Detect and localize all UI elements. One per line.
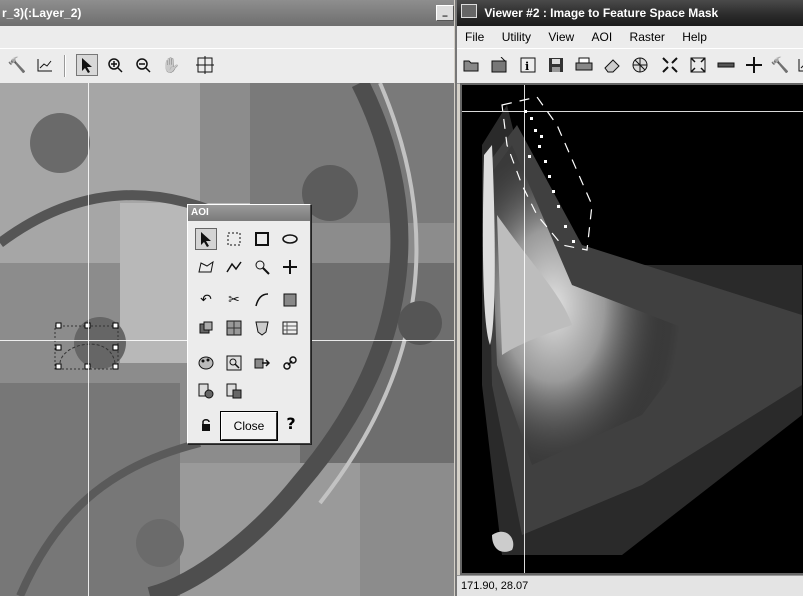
pointer-icon[interactable] [76, 54, 98, 76]
polyline-icon[interactable] [223, 256, 245, 278]
crosshair-vertical [524, 85, 525, 573]
polygon-icon[interactable] [195, 256, 217, 278]
svg-text:i: i [525, 60, 529, 73]
viewer-1-titlebar[interactable]: r_3)(:Layer_2) _ [0, 0, 454, 26]
seed-properties-icon[interactable] [223, 317, 245, 339]
aoi-styles-icon[interactable] [251, 317, 273, 339]
viewer-1-title: r_3)(:Layer_2) [2, 6, 82, 20]
grid-icon[interactable] [279, 317, 301, 339]
rectangle-icon[interactable] [251, 228, 273, 250]
cut-icon[interactable]: ✂ [223, 289, 245, 311]
union-icon[interactable] [195, 317, 217, 339]
layer-remove-icon[interactable] [223, 380, 245, 402]
help-button[interactable]: ? [283, 414, 299, 434]
minimize-button[interactable]: _ [436, 5, 454, 21]
inquire-crosshair-icon[interactable] [194, 54, 216, 76]
feature-space-scatter [482, 96, 802, 555]
viewer-2-window: Viewer #2 : Image to Feature Space Mask … [455, 0, 803, 596]
chart-icon[interactable] [34, 54, 56, 76]
menu-view[interactable]: View [548, 30, 574, 44]
menu-help[interactable]: Help [682, 30, 707, 44]
open-layer-icon[interactable] [489, 54, 511, 76]
point-icon[interactable] [279, 256, 301, 278]
replace-icon[interactable] [279, 289, 301, 311]
aoi-palette-title[interactable]: AOI [188, 205, 310, 221]
crosshair-horizontal [462, 111, 803, 112]
menu-file[interactable]: File [465, 30, 484, 44]
marquee-select-icon[interactable] [223, 228, 245, 250]
export-icon[interactable] [251, 352, 273, 374]
network-icon[interactable] [629, 54, 651, 76]
region-grow-icon[interactable] [251, 256, 273, 278]
viewer-1-menubar [0, 26, 454, 48]
info-icon[interactable]: i [517, 54, 539, 76]
cursor-coordinates: 171.90, 28.07 [461, 580, 529, 592]
pointer-icon[interactable] [195, 228, 217, 250]
viewer-2-titlebar[interactable]: Viewer #2 : Image to Feature Space Mask [457, 0, 803, 26]
menu-raster[interactable]: Raster [630, 30, 665, 44]
zoom-extent-icon[interactable] [687, 54, 709, 76]
hammer-icon[interactable]: 🔨 [769, 54, 791, 76]
viewer-icon [461, 4, 477, 18]
eraser-icon[interactable] [601, 54, 623, 76]
open-icon[interactable] [461, 54, 483, 76]
chart-icon[interactable] [795, 54, 803, 76]
ruler-icon[interactable] [715, 54, 737, 76]
toolbar-separator [64, 55, 66, 77]
viewer-1-toolbar: 🔨 ✋ [0, 48, 454, 84]
hammer-icon[interactable]: 🔨 [6, 54, 28, 76]
ellipse-icon[interactable] [279, 228, 301, 250]
viewer-2-title: Viewer #2 : Image to Feature Space Mask [484, 6, 719, 20]
fit-icon[interactable] [659, 54, 681, 76]
viewer-2-statusbar: 171.90, 28.07 [457, 575, 803, 596]
save-icon[interactable] [545, 54, 567, 76]
reshape-icon[interactable] [251, 289, 273, 311]
link-icon[interactable] [279, 352, 301, 374]
close-button[interactable]: Close [220, 411, 278, 441]
viewer-2-toolbar: i 🔨 [457, 48, 803, 84]
zoom-out-icon[interactable] [132, 54, 154, 76]
aoi-info-icon[interactable] [223, 352, 245, 374]
menu-aoi[interactable]: AOI [592, 30, 613, 44]
feature-space-canvas[interactable] [460, 83, 803, 575]
aoi-tool-palette: AOI ↶ ✂ Close ? [187, 204, 311, 444]
zoom-in-icon[interactable] [104, 54, 126, 76]
menu-utility[interactable]: Utility [502, 30, 531, 44]
palette-icon[interactable] [195, 352, 217, 374]
layer-add-icon[interactable] [195, 380, 217, 402]
viewer-2-menubar: File Utility View AOI Raster Help [457, 26, 803, 48]
hand-pan-icon[interactable]: ✋ [160, 54, 182, 76]
print-icon[interactable] [573, 54, 595, 76]
lock-icon[interactable] [195, 414, 217, 436]
undo-icon[interactable]: ↶ [195, 289, 217, 311]
crosshair-icon[interactable] [743, 54, 765, 76]
